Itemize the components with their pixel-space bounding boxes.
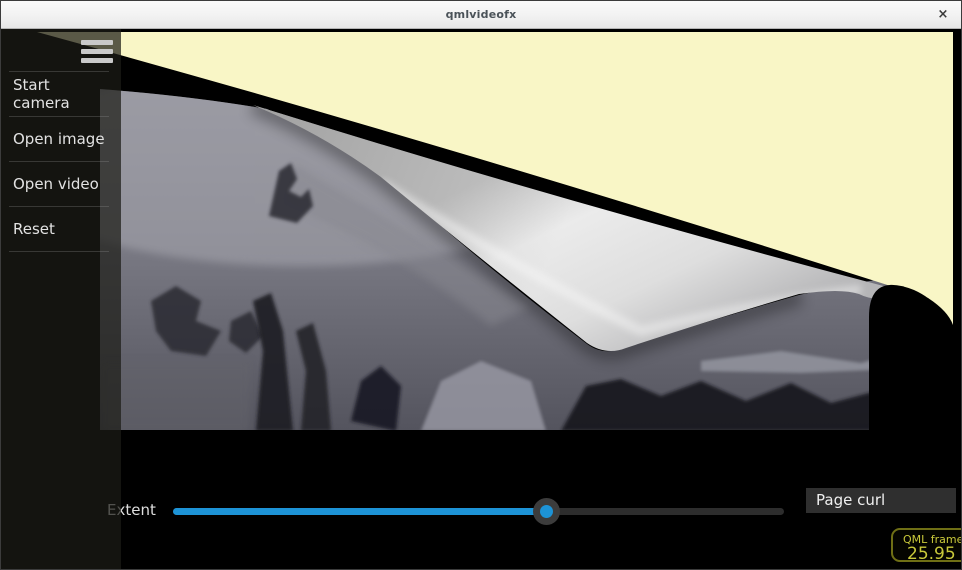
hamburger-icon [81,58,113,63]
fps-value: 25.95 [907,544,956,562]
sidebar-item-open-image[interactable]: Open image [9,117,109,162]
sidebar-item-reset[interactable]: Reset [9,207,109,252]
sidebar: Start camera Open image Open video Reset [1,29,121,569]
sidebar-item-open-video[interactable]: Open video [9,162,109,207]
slider-handle-dot [540,505,553,518]
window-title: qmlvideofx [1,8,961,21]
app-window: qmlvideofx × [0,0,962,570]
content-area: Extent Page curl Start camera Open image… [1,29,961,569]
curl-roll-shadow [869,285,951,430]
title-bar: qmlvideofx × [1,1,961,29]
effect-selector-button[interactable]: Page curl [806,488,956,513]
sidebar-menu: Start camera Open image Open video Reset [9,71,109,252]
sidebar-item-start-camera[interactable]: Start camera [9,72,109,117]
hamburger-icon [81,40,113,45]
menu-button[interactable] [81,40,115,66]
hamburger-icon [81,49,113,54]
fps-overlay: QML frame r… 25.95 [891,528,962,562]
close-button[interactable]: × [933,5,953,25]
slider-fill [173,508,547,515]
extent-slider[interactable] [173,508,784,515]
